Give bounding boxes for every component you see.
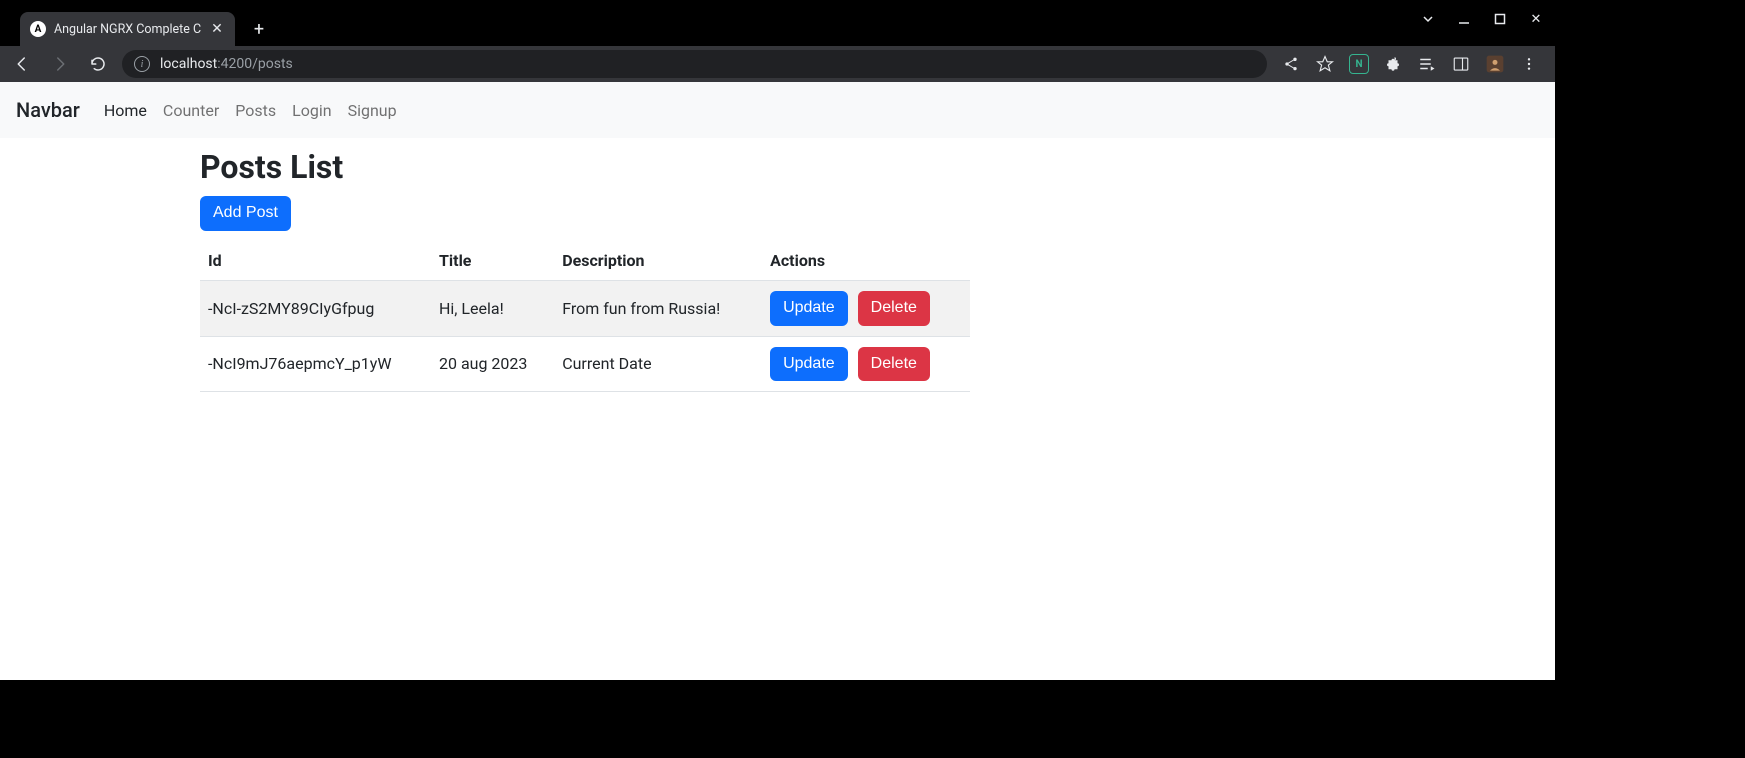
posts-table: Id Title Description Actions -NcI-zS2MY8… xyxy=(200,241,970,393)
address-bar: i localhost:4200/posts N xyxy=(0,46,1555,82)
tab-bar: A Angular NGRX Complete C ✕ + ✕ xyxy=(0,0,1555,46)
side-panel-icon[interactable] xyxy=(1447,50,1475,78)
table-row: -NcI9mJ76aepmcY_p1yW 20 aug 2023 Current… xyxy=(200,336,970,392)
nav-link-counter[interactable]: Counter xyxy=(163,101,219,120)
add-post-button[interactable]: Add Post xyxy=(200,196,291,231)
delete-button[interactable]: Delete xyxy=(858,347,930,382)
cell-title: Hi, Leela! xyxy=(431,280,554,336)
forward-icon[interactable] xyxy=(46,50,74,78)
bookmark-star-icon[interactable] xyxy=(1311,50,1339,78)
profile-avatar-icon[interactable] xyxy=(1481,50,1509,78)
url-text: localhost:4200/posts xyxy=(160,56,293,72)
tab-title: Angular NGRX Complete C xyxy=(54,22,201,37)
site-info-icon[interactable]: i xyxy=(134,56,150,72)
cell-description: Current Date xyxy=(554,336,762,392)
window-controls: ✕ xyxy=(1419,10,1545,28)
tabs-dropdown-icon[interactable] xyxy=(1419,10,1437,28)
nav-link-signup[interactable]: Signup xyxy=(348,101,397,120)
url-input[interactable]: i localhost:4200/posts xyxy=(122,50,1267,78)
update-button[interactable]: Update xyxy=(770,347,848,382)
back-icon[interactable] xyxy=(8,50,36,78)
cell-actions: Update Delete xyxy=(762,336,970,392)
minimize-icon[interactable] xyxy=(1455,10,1473,28)
cell-id: -NcI-zS2MY89CIyGfpug xyxy=(200,280,431,336)
table-row: -NcI-zS2MY89CIyGfpug Hi, Leela! From fun… xyxy=(200,280,970,336)
delete-button[interactable]: Delete xyxy=(858,291,930,326)
new-tab-button[interactable]: + xyxy=(245,15,273,43)
angular-favicon-icon: A xyxy=(30,21,46,37)
nav-link-home[interactable]: Home xyxy=(104,101,147,120)
nav-link-login[interactable]: Login xyxy=(292,101,331,120)
th-description: Description xyxy=(554,241,762,281)
cell-id: -NcI9mJ76aepmcY_p1yW xyxy=(200,336,431,392)
main-container: Posts List Add Post Id Title Description… xyxy=(200,138,970,392)
navbar-brand[interactable]: Navbar xyxy=(16,98,80,122)
share-icon[interactable] xyxy=(1277,50,1305,78)
cell-description: From fun from Russia! xyxy=(554,280,762,336)
update-button[interactable]: Update xyxy=(770,291,848,326)
menu-dots-icon[interactable] xyxy=(1515,50,1543,78)
app-navbar: Navbar Home Counter Posts Login Signup xyxy=(0,82,1555,138)
nav-link-posts[interactable]: Posts xyxy=(235,101,276,120)
browser-window: A Angular NGRX Complete C ✕ + ✕ i localh… xyxy=(0,0,1555,680)
table-header-row: Id Title Description Actions xyxy=(200,241,970,281)
reload-icon[interactable] xyxy=(84,50,112,78)
browser-tab[interactable]: A Angular NGRX Complete C ✕ xyxy=(20,12,235,46)
close-tab-icon[interactable]: ✕ xyxy=(209,21,225,37)
page-viewport: Navbar Home Counter Posts Login Signup P… xyxy=(0,82,1555,680)
cell-actions: Update Delete xyxy=(762,280,970,336)
extensions-puzzle-icon[interactable] xyxy=(1379,50,1407,78)
toolbar-right: N xyxy=(1277,50,1547,78)
media-control-icon[interactable] xyxy=(1413,50,1441,78)
th-id: Id xyxy=(200,241,431,281)
close-window-icon[interactable]: ✕ xyxy=(1527,10,1545,28)
th-title: Title xyxy=(431,241,554,281)
maximize-icon[interactable] xyxy=(1491,10,1509,28)
extension-n-icon[interactable]: N xyxy=(1345,50,1373,78)
page-title: Posts List xyxy=(200,148,970,186)
th-actions: Actions xyxy=(762,241,970,281)
cell-title: 20 aug 2023 xyxy=(431,336,554,392)
